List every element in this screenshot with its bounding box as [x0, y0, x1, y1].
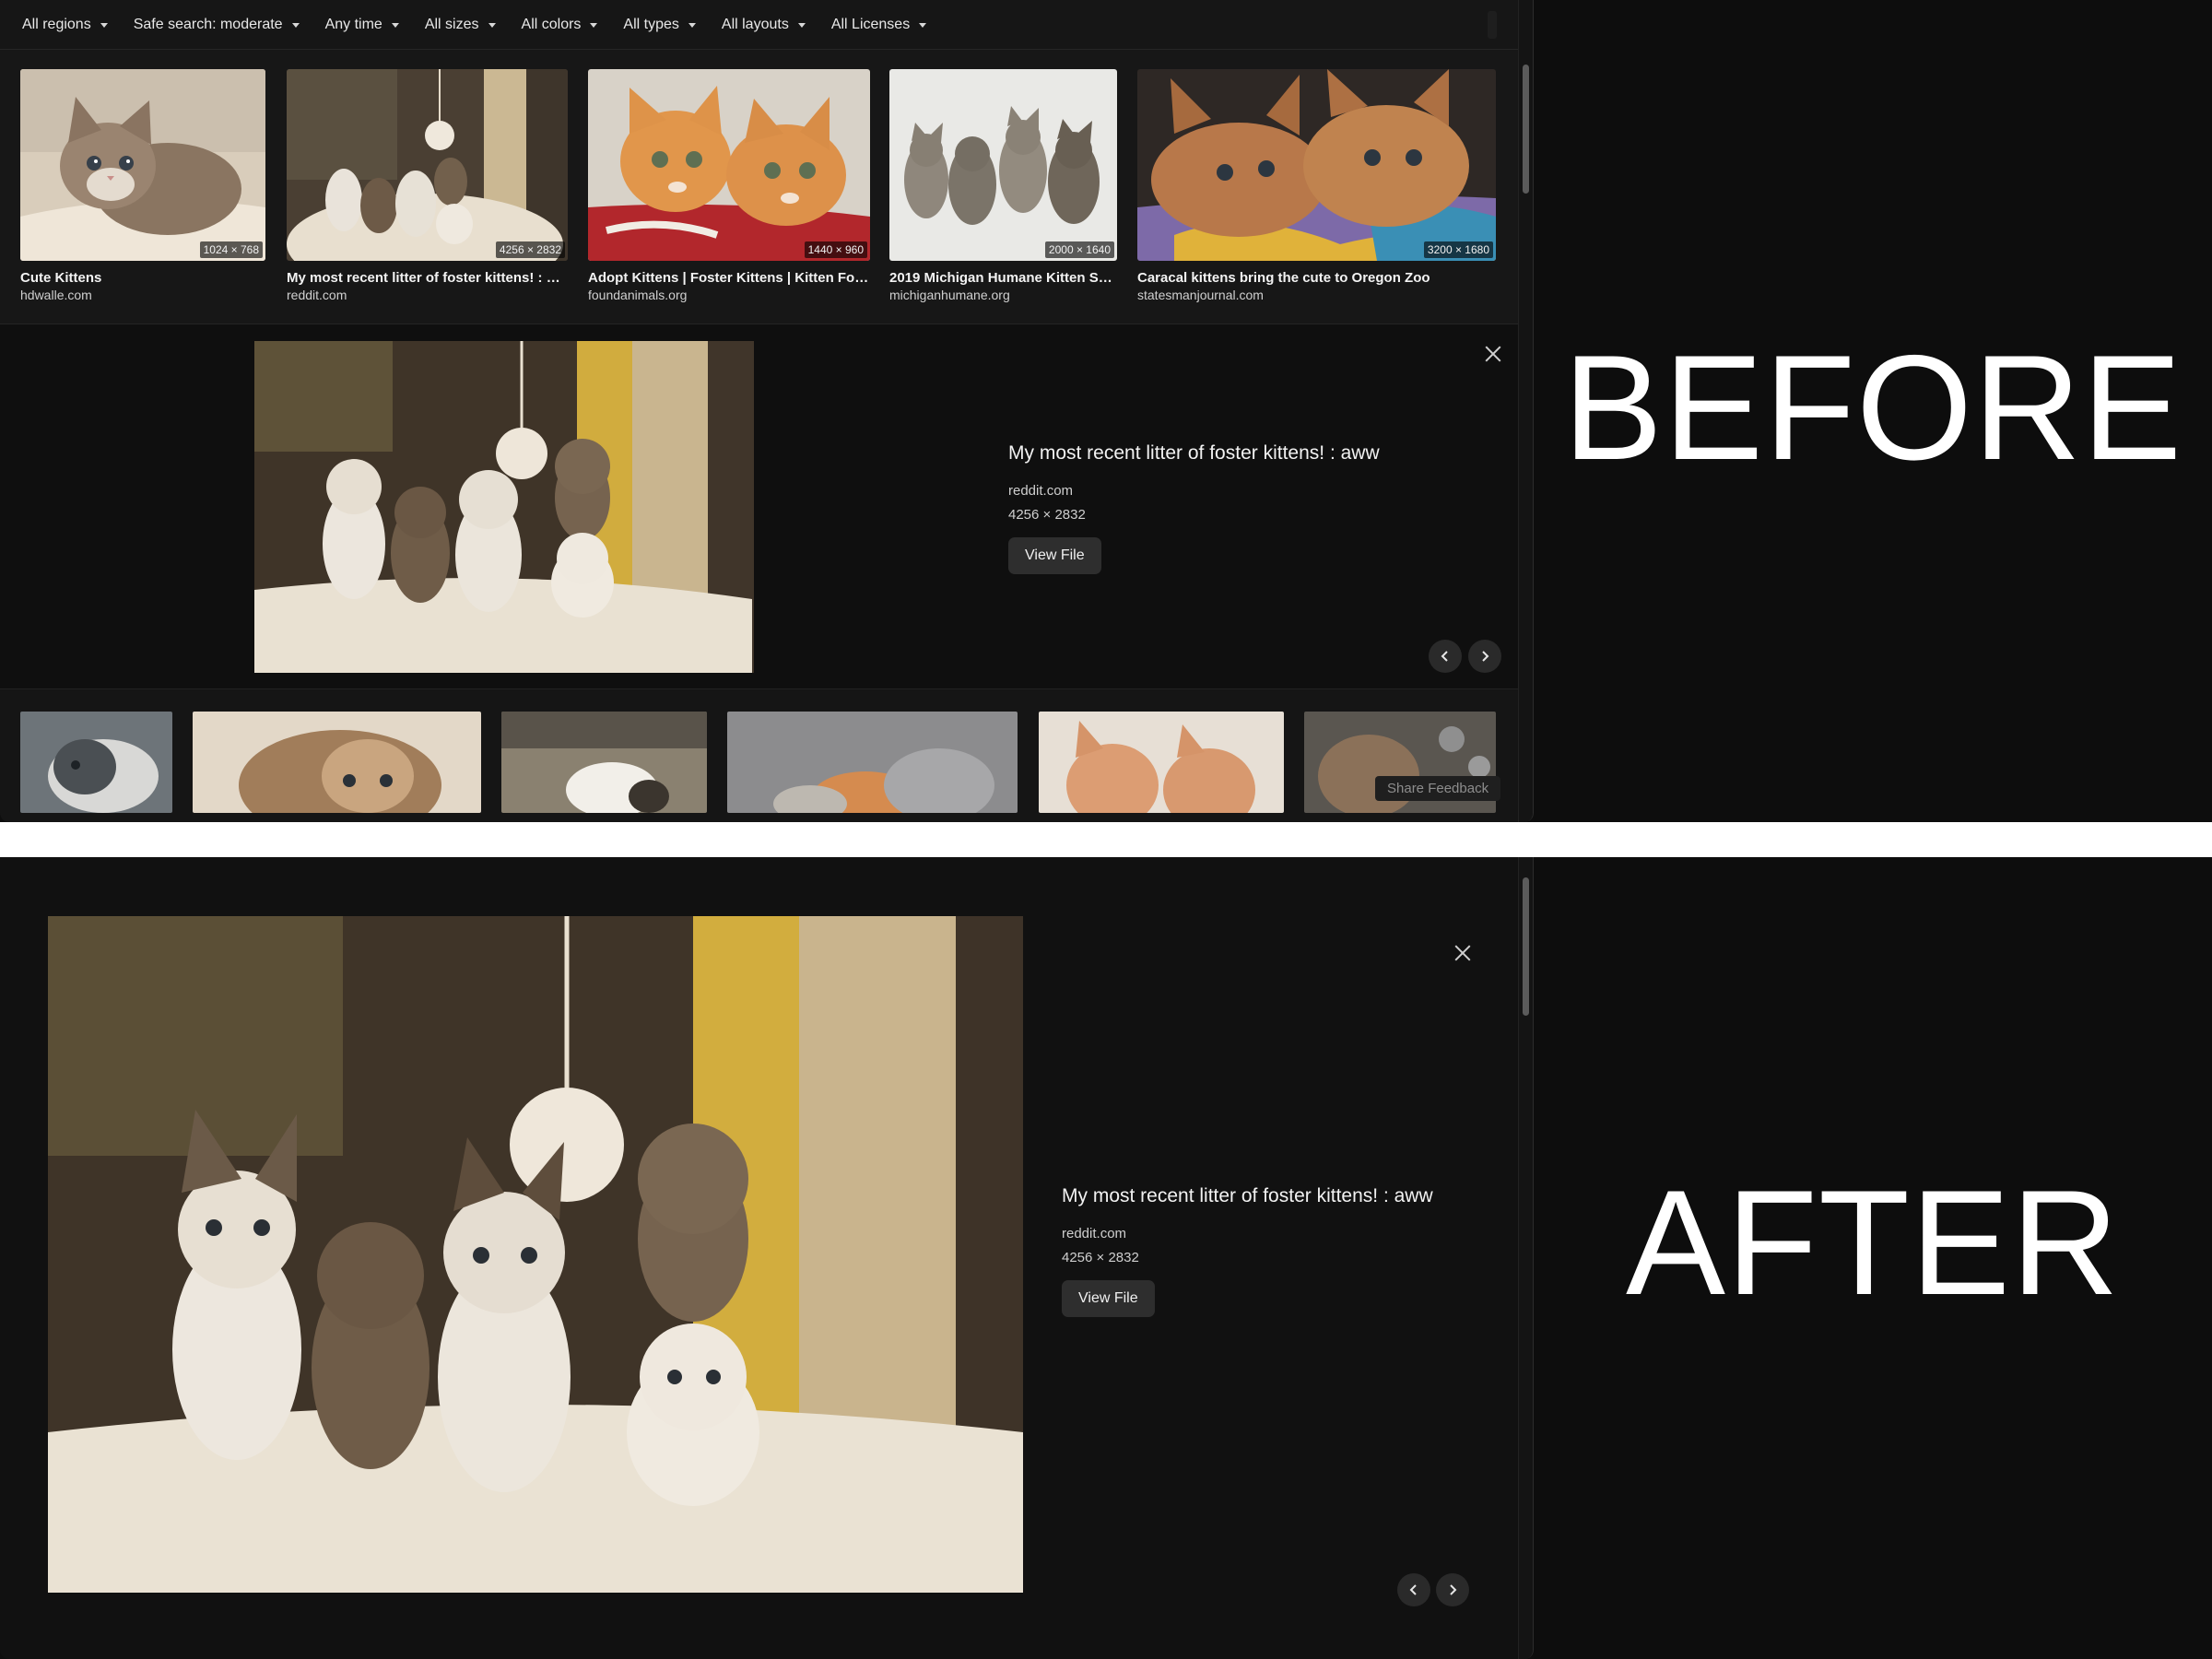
scrollbar-thumb[interactable]: [1523, 65, 1529, 194]
caret-down-icon: [688, 23, 696, 28]
image-dimensions: 3200 × 1680: [1423, 241, 1493, 258]
detail-dimensions: 4256 × 2832: [1008, 507, 1086, 523]
result-title[interactable]: My most recent litter of foster kittens!…: [287, 270, 568, 286]
kitten-photo: [20, 69, 265, 261]
filter-regions[interactable]: All regions: [22, 17, 108, 33]
after-label: AFTER: [1625, 1159, 2120, 1326]
result-source: foundanimals.org: [588, 288, 688, 302]
more-results-strip: [0, 689, 1519, 822]
caret-down-icon: [919, 23, 927, 28]
kittens-photo: [287, 69, 568, 261]
detail-info: My most recent litter of foster kittens!…: [1008, 442, 1380, 574]
result-thumbnail[interactable]: [193, 712, 481, 813]
kittens-detail-photo: [254, 341, 754, 673]
before-label: BEFORE: [1562, 324, 2183, 491]
close-icon[interactable]: [1483, 344, 1503, 364]
detail-image[interactable]: [48, 916, 1023, 1593]
close-icon[interactable]: [1453, 943, 1473, 963]
detail-info: My most recent litter of foster kittens!…: [1062, 1185, 1433, 1317]
detail-image[interactable]: [254, 341, 754, 673]
result-thumbnail[interactable]: 4256 × 2832: [287, 69, 568, 261]
filter-bar: All regions Safe search: moderate Any ti…: [0, 0, 1519, 50]
result-thumbnail[interactable]: 3200 × 1680: [1137, 69, 1496, 261]
caret-down-icon: [797, 23, 806, 28]
result-source: statesmanjournal.com: [1137, 288, 1264, 302]
detail-title: My most recent litter of foster kittens!…: [1008, 442, 1380, 464]
scrollbar[interactable]: [1518, 857, 1533, 1659]
caret-down-icon: [488, 23, 496, 28]
filter-time[interactable]: Any time: [325, 17, 399, 33]
results-row: 1024 × 768 Cute Kittens hdwalle.com 4256…: [0, 50, 1519, 324]
result-title[interactable]: 2019 Michigan Humane Kitten Sho...: [889, 270, 1117, 286]
caret-down-icon: [100, 23, 108, 28]
kittens-photo: [889, 69, 1117, 261]
chevron-left-icon: [1441, 651, 1448, 662]
detail-title: My most recent litter of foster kittens!…: [1062, 1185, 1433, 1206]
image-search-app: My most recent litter of foster kittens!…: [0, 857, 1534, 1659]
caracal-kittens-photo: [1137, 69, 1496, 261]
kittens-detail-photo: [48, 916, 1023, 1593]
filter-bar-edge: [1488, 11, 1497, 39]
scrollbar-thumb[interactable]: [1523, 877, 1529, 1016]
filter-layouts[interactable]: All layouts: [722, 17, 806, 33]
image-detail-panel: My most recent litter of foster kittens!…: [0, 324, 1519, 689]
image-dimensions: 1440 × 960: [804, 241, 867, 258]
image-search-app: All regions Safe search: moderate Any ti…: [0, 0, 1534, 822]
caret-down-icon: [590, 23, 598, 28]
detail-source[interactable]: reddit.com: [1062, 1226, 1433, 1241]
result-source: reddit.com: [287, 288, 347, 302]
filter-licenses[interactable]: All Licenses: [831, 17, 927, 33]
result-title[interactable]: Cute Kittens: [20, 270, 265, 286]
image-dimensions: 2000 × 1640: [1044, 241, 1114, 258]
view-file-button[interactable]: View File: [1008, 537, 1101, 574]
result-card[interactable]: 4256 × 2832 My most recent litter of fos…: [287, 69, 568, 302]
caret-down-icon: [391, 23, 399, 28]
prev-image-button[interactable]: [1397, 1573, 1430, 1606]
chevron-right-icon: [1450, 1584, 1457, 1595]
image-dimensions: 4256 × 2832: [495, 241, 565, 258]
image-dimensions: 1024 × 768: [199, 241, 263, 258]
caret-down-icon: [291, 23, 300, 28]
result-card[interactable]: 1024 × 768 Cute Kittens hdwalle.com: [20, 69, 265, 302]
result-title[interactable]: Caracal kittens bring the cute to Oregon…: [1137, 270, 1496, 286]
result-card[interactable]: 3200 × 1680 Caracal kittens bring the cu…: [1137, 69, 1496, 302]
prev-image-button[interactable]: [1429, 640, 1462, 673]
chevron-left-icon: [1409, 1584, 1417, 1595]
result-card[interactable]: 2000 × 1640 2019 Michigan Humane Kitten …: [889, 69, 1117, 302]
kitten-photo: [20, 712, 172, 813]
result-thumbnail[interactable]: [727, 712, 1018, 813]
kitten-photo: [501, 712, 707, 813]
result-source: hdwalle.com: [20, 288, 92, 302]
kitten-photo: [193, 712, 481, 813]
result-card[interactable]: 1440 × 960 Adopt Kittens | Foster Kitten…: [588, 69, 870, 302]
result-thumbnail[interactable]: 1440 × 960: [588, 69, 870, 261]
result-title[interactable]: Adopt Kittens | Foster Kittens | Kitten …: [588, 270, 870, 286]
result-thumbnail[interactable]: 2000 × 1640: [889, 69, 1117, 261]
result-thumbnail[interactable]: [501, 712, 707, 813]
filter-colors[interactable]: All colors: [522, 17, 598, 33]
result-source: michiganhumane.org: [889, 288, 1010, 302]
result-thumbnail[interactable]: 1024 × 768: [20, 69, 265, 261]
filter-types[interactable]: All types: [623, 17, 696, 33]
result-thumbnail[interactable]: [20, 712, 172, 813]
filter-safe-search[interactable]: Safe search: moderate: [134, 17, 300, 33]
kittens-photo: [727, 712, 1018, 813]
result-thumbnail[interactable]: [1039, 712, 1284, 813]
filter-sizes[interactable]: All sizes: [425, 17, 496, 33]
view-file-button[interactable]: View File: [1062, 1280, 1155, 1317]
detail-dimensions: 4256 × 2832: [1062, 1250, 1139, 1265]
scrollbar[interactable]: [1518, 0, 1533, 822]
next-image-button[interactable]: [1436, 1573, 1469, 1606]
kittens-photo: [1039, 712, 1284, 813]
detail-source[interactable]: reddit.com: [1008, 483, 1380, 499]
kittens-photo: [588, 69, 870, 261]
share-feedback-button[interactable]: Share Feedback: [1375, 776, 1501, 801]
chevron-right-icon: [1482, 651, 1489, 662]
next-image-button[interactable]: [1468, 640, 1501, 673]
